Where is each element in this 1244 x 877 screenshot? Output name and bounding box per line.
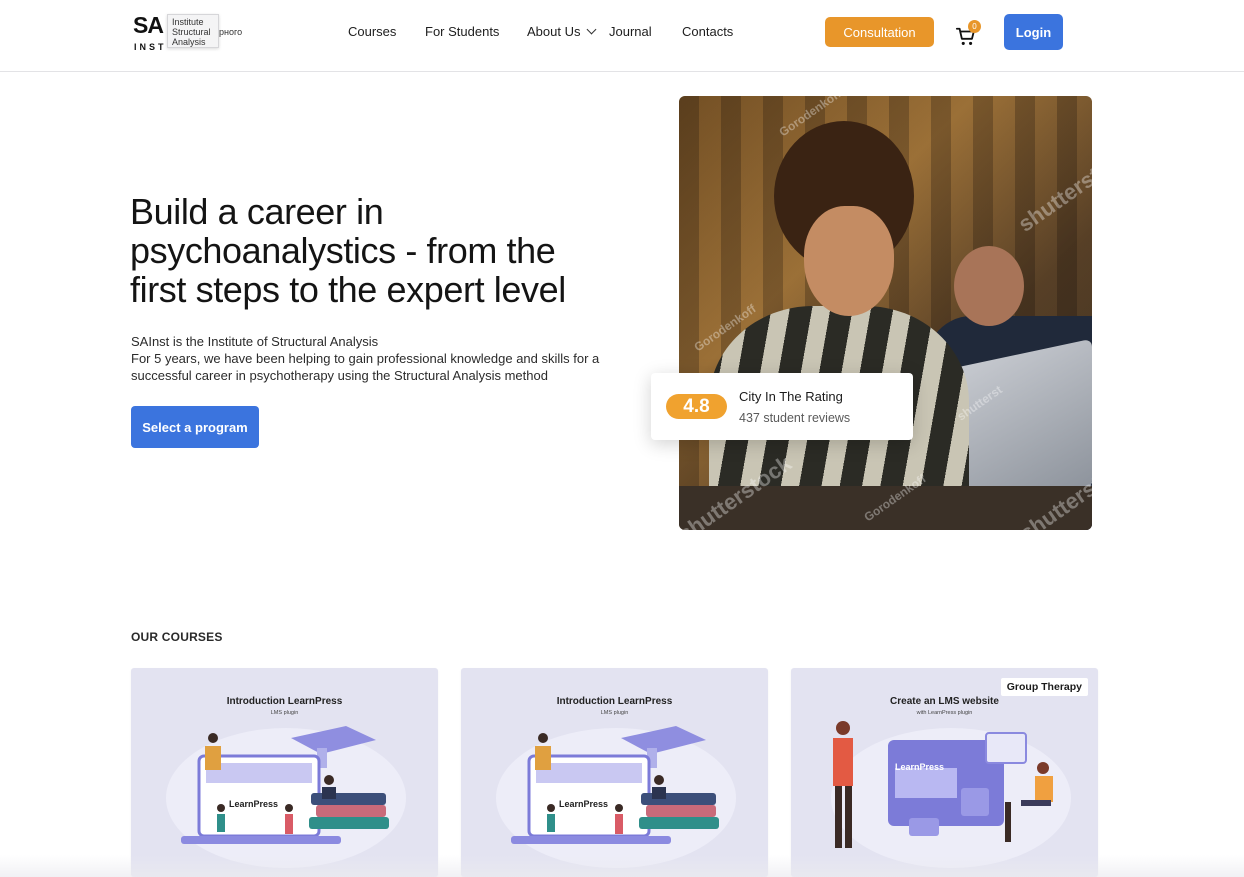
nav-about-us[interactable]: About Us bbox=[527, 24, 597, 39]
logo-mark: SA bbox=[133, 12, 164, 38]
cart-button[interactable]: 0 bbox=[955, 20, 983, 50]
nav-for-students-label: For Students bbox=[425, 24, 500, 39]
hero-description-line: successful career in psychotherapy using… bbox=[131, 368, 548, 383]
page-fold-shadow bbox=[0, 855, 1244, 877]
consultation-button[interactable]: Consultation bbox=[825, 17, 934, 47]
hero-description: SAInst is the Institute of Structural An… bbox=[131, 333, 611, 384]
chevron-down-icon bbox=[587, 24, 597, 35]
hero-description-line: SAInst is the Institute of Structural An… bbox=[131, 334, 379, 349]
courses-heading: OUR COURSES bbox=[131, 630, 223, 644]
course-title: Introduction LearnPress bbox=[226, 696, 343, 707]
hero-photo: Gorodenkoff shutterstock Gorodenkoff shu… bbox=[679, 96, 1092, 530]
select-program-button[interactable]: Select a program bbox=[131, 406, 259, 448]
course-inner-label: LearnPress bbox=[559, 799, 609, 809]
course-inner-label: LearnPress bbox=[229, 799, 279, 809]
course-inner-label: LearnPress bbox=[895, 762, 945, 772]
course-card[interactable]: Create an LMS website with LearnPress pl… bbox=[791, 668, 1098, 877]
hero-title: Build a career in psychoanalystics - fro… bbox=[130, 191, 566, 310]
course-card[interactable]: Introduction LearnPress LMS plugin Learn… bbox=[131, 668, 438, 877]
course-subtitle: with LearnPress plugin bbox=[916, 710, 973, 716]
photo-man-head bbox=[954, 246, 1024, 326]
logo-mark-sub: INST bbox=[134, 42, 167, 52]
logo-tail-text: рного bbox=[219, 27, 243, 37]
nav-about-us-label: About Us bbox=[527, 24, 581, 39]
course-subtitle: LMS plugin bbox=[600, 710, 629, 716]
logo-tooltip: Institute Structural Analysis bbox=[167, 14, 219, 48]
rating-title: City In The Rating bbox=[739, 389, 843, 404]
cart-count-badge: 0 bbox=[968, 20, 981, 33]
course-title: Create an LMS website bbox=[890, 696, 999, 707]
nav-contacts-label: Contacts bbox=[682, 24, 734, 39]
course-subtitle: LMS plugin bbox=[270, 710, 299, 716]
rating-value-badge: 4.8 bbox=[666, 394, 727, 419]
nav-journal-label: Journal bbox=[609, 24, 652, 39]
photo-woman-face bbox=[804, 206, 894, 316]
nav-courses-label: Courses bbox=[348, 24, 397, 39]
rating-reviews: 437 student reviews bbox=[739, 411, 851, 425]
rating-card: 4.8 City In The Rating 437 student revie… bbox=[651, 373, 913, 440]
nav-courses[interactable]: Courses bbox=[348, 24, 396, 39]
nav-contacts[interactable]: Contacts bbox=[682, 24, 733, 39]
logo-tooltip-line: Institute bbox=[172, 17, 204, 27]
hero-description-line: For 5 years, we have been helping to gai… bbox=[131, 351, 600, 366]
login-button[interactable]: Login bbox=[1004, 14, 1063, 50]
site-logo[interactable]: SA INST Institute Structural Analysis рн… bbox=[133, 12, 253, 54]
course-title: Introduction LearnPress bbox=[556, 696, 673, 707]
course-card[interactable]: Introduction LearnPress LMS plugin Learn… bbox=[461, 668, 768, 877]
nav-journal[interactable]: Journal bbox=[609, 24, 652, 39]
nav-for-students[interactable]: For Students bbox=[425, 24, 499, 39]
logo-tooltip-line: Analysis bbox=[172, 37, 206, 47]
course-tag: Group Therapy bbox=[1000, 678, 1088, 696]
site-header: SA INST Institute Structural Analysis рн… bbox=[0, 0, 1244, 72]
logo-tooltip-line: Structural bbox=[172, 27, 211, 37]
